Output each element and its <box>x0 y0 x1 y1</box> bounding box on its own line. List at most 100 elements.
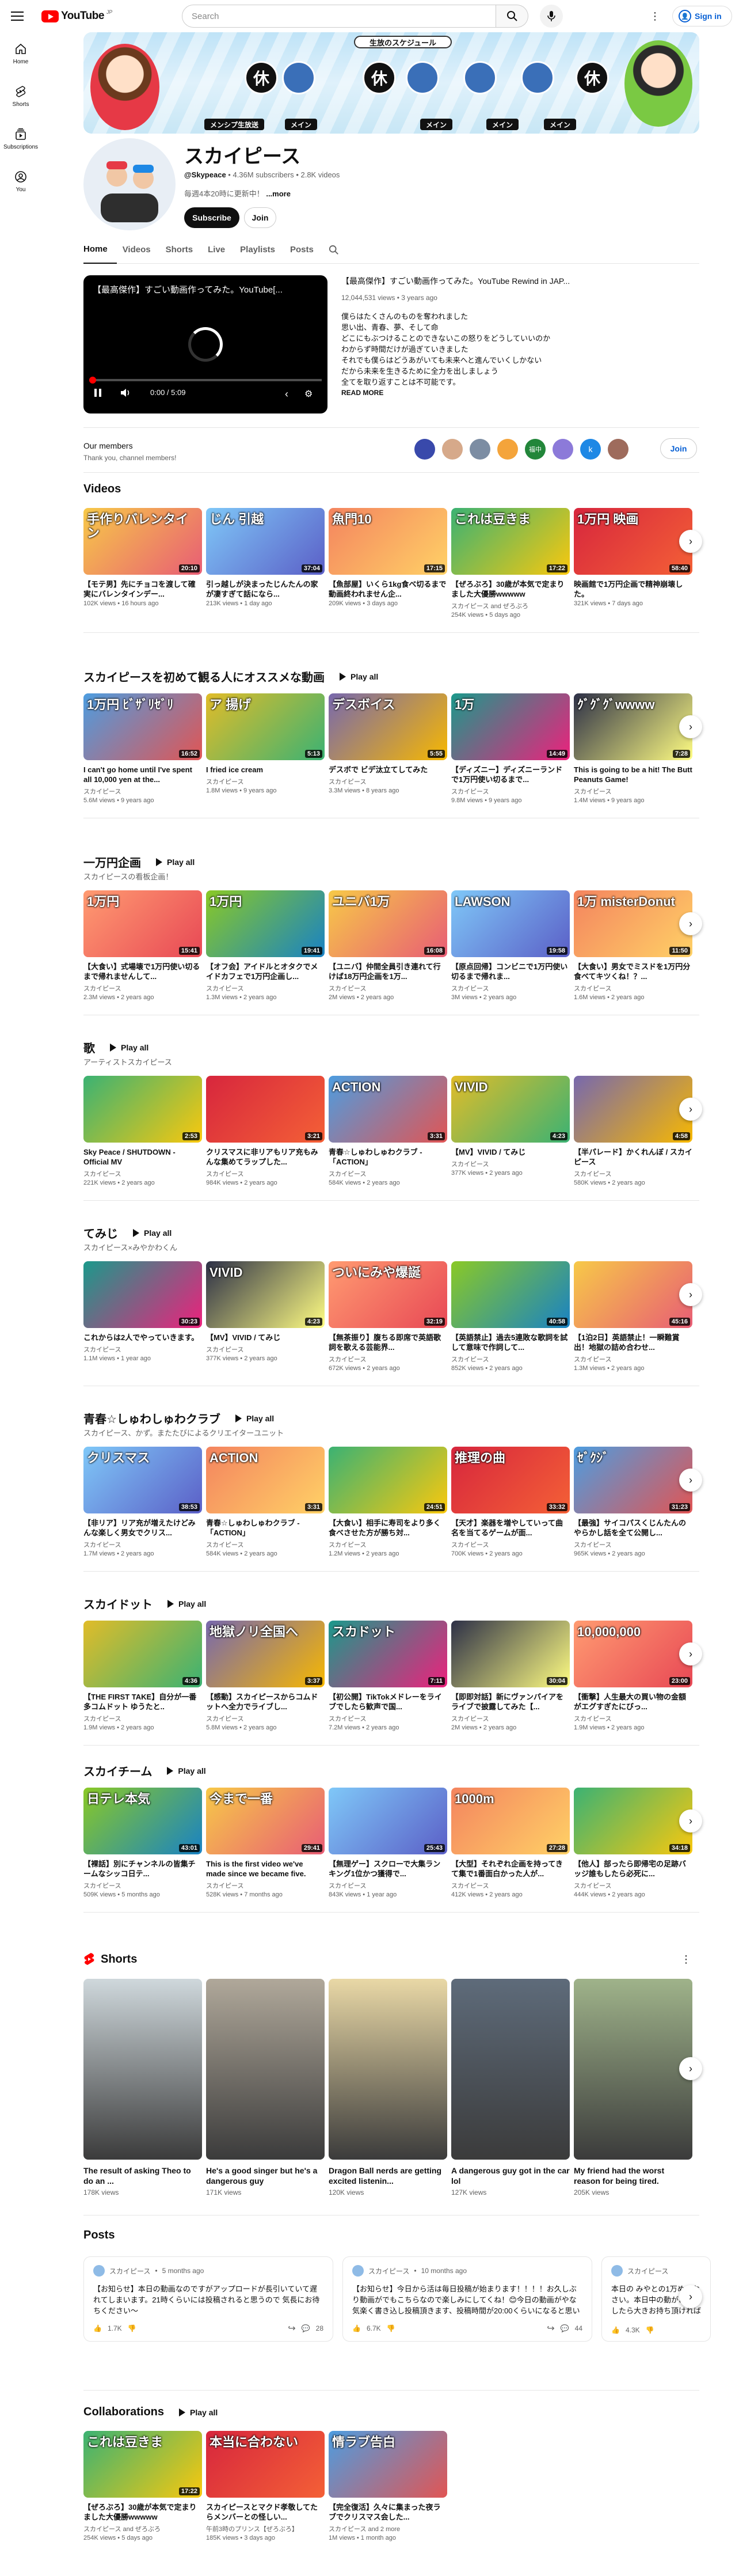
video-title[interactable]: 青春☆しゅわしゅわクラブ - 「ACTION」 <box>329 1147 447 1167</box>
video-thumbnail[interactable]: 30:04 <box>451 1621 570 1687</box>
video-thumbnail[interactable]: 1000m 27:28 <box>451 1788 570 1854</box>
video-card[interactable]: 10,000,000 23:00 【衝撃】人生最大の買い物の金額がエグすぎたにびっ.… <box>574 1621 692 1731</box>
chevron-left-icon[interactable]: ‹ <box>285 388 288 400</box>
tab-live[interactable]: Live <box>208 236 234 264</box>
comment-icon[interactable]: 💬 <box>302 2324 310 2332</box>
video-thumbnail[interactable]: 30:23 <box>83 1261 202 1328</box>
member-avatar[interactable] <box>608 439 628 460</box>
video-title[interactable]: 【大食い】式場壊で1万円使い切るまで帰れませんして... <box>83 962 202 981</box>
short-card[interactable]: He's a good singer but he's a dangerous … <box>206 1979 325 2196</box>
video-channel[interactable]: スカイピース <box>574 1714 692 1723</box>
post-card[interactable]: スカイピース • 10 months ago 【お知らせ】今日から活は毎日投稿が始まり… <box>342 2256 592 2342</box>
video-card[interactable]: 45:16 【1泊2日】英語禁止！一瞬難賞出！地獄の詰め合わせ... スカイピース 1… <box>574 1261 692 1372</box>
video-title[interactable]: 映画館で1万円企画で精神崩壊した。 <box>574 579 692 599</box>
video-channel[interactable]: スカイピース <box>83 1714 202 1723</box>
video-card[interactable]: 24:51 【大食い】相手に寿司をより多く食べさせた方が勝ち対... スカイピース 1… <box>329 1447 447 1557</box>
video-thumbnail[interactable]: じん 引越 37:04 <box>206 508 325 575</box>
video-card[interactable]: 地獄ノリ全国へ 3:37 【感動】スカイピースからコムドットへ全力でライブし... ス… <box>206 1621 325 1731</box>
video-card[interactable]: 本当に合わない スカイピースとマクド孝敬してたらメンバーとの怪しい... 午前3時の… <box>206 2431 325 2541</box>
video-thumbnail[interactable]: ア 揚げ 5:13 <box>206 693 325 760</box>
video-thumbnail[interactable]: 10,000,000 23:00 <box>574 1621 692 1687</box>
rail-item-home[interactable]: Home <box>2 32 39 75</box>
video-channel[interactable]: スカイピース and 2 more <box>329 2524 447 2533</box>
video-channel[interactable]: スカイピース <box>329 1169 447 1178</box>
shelf-title-text[interactable]: 青春☆しゅわしゅわクラブ <box>83 1410 220 1427</box>
video-title[interactable]: This is the first video we've made since… <box>206 1859 325 1879</box>
video-card[interactable]: 34:18 【他人】部ったら即帰宅の足跡バッジ誰もしたら必死に... スカイピース 4… <box>574 1788 692 1898</box>
join-button[interactable]: Join <box>244 207 276 228</box>
channel-description[interactable]: 毎週4本20時に更新中！ ...more <box>184 188 291 199</box>
video-channel[interactable]: スカイピース <box>329 1540 447 1549</box>
video-channel[interactable]: スカイピース <box>206 984 325 993</box>
video-channel[interactable]: スカイピース <box>451 1881 570 1890</box>
video-card[interactable]: ア 揚げ 5:13 I fried ice cream スカイピース 1.8M view… <box>206 693 325 794</box>
video-channel[interactable]: スカイピース <box>83 1169 202 1178</box>
video-title[interactable]: 【MV】VIVID / てみじ <box>451 1147 570 1157</box>
video-thumbnail[interactable]: VIVID 4:23 <box>206 1261 325 1328</box>
video-channel[interactable]: スカイピース <box>329 1714 447 1723</box>
video-card[interactable]: ACTION 3:31 青春☆しゅわしゅわクラブ - 「ACTION」 スカイピース 5… <box>206 1447 325 1557</box>
video-title[interactable]: 青春☆しゅわしゅわクラブ - 「ACTION」 <box>206 1518 325 1538</box>
member-avatar[interactable] <box>442 439 463 460</box>
video-thumbnail[interactable]: 1万円 15:41 <box>83 890 202 957</box>
video-thumbnail[interactable]: 4:58 <box>574 1076 692 1143</box>
video-title[interactable]: 【即即対話】新にヴァンパイアをライブで披露してみた【... <box>451 1692 570 1712</box>
video-title[interactable]: 【半パレード】かくれんぼ / スカイピース <box>574 1147 692 1167</box>
member-avatar[interactable] <box>553 439 573 460</box>
video-title[interactable]: 【完全復活】久々に集まった夜ラブでクリスマス会した... <box>329 2502 447 2522</box>
video-thumbnail[interactable]: VIVID 4:23 <box>451 1076 570 1143</box>
collaborations-play-all-button[interactable]: Play all <box>179 2408 218 2417</box>
video-thumbnail[interactable]: これは豆きま 17:22 <box>83 2431 202 2498</box>
short-title[interactable]: Dragon Ball nerds are getting excited li… <box>329 2165 447 2186</box>
video-card[interactable]: 1000m 27:28 【大型】それぞれ企画を持ってきて集で1番面白かった人が...… <box>451 1788 570 1898</box>
search-button[interactable] <box>496 5 528 28</box>
video-card[interactable]: これは豆きま 17:22 【ぜろぶろ】30歳が本気で定まりました大優勝wwwww スカ… <box>83 2431 202 2541</box>
volume-button[interactable] <box>120 388 131 397</box>
video-thumbnail[interactable]: 1万円 ﾋﾞｻﾞﾘｾﾞﾘ 16:52 <box>83 693 202 760</box>
description-more[interactable]: ...more <box>266 189 291 198</box>
video-title[interactable]: 【ディズニー】ディズニーランドで1万円使い切るまで... <box>451 765 570 784</box>
like-icon[interactable]: 👍 <box>611 2326 620 2334</box>
video-channel[interactable]: スカイピース <box>451 984 570 993</box>
chevron-right-icon[interactable]: › <box>679 530 702 553</box>
shelf-title-text[interactable]: Videos <box>83 483 121 496</box>
shelf-title-text[interactable]: スカイピースを初めて観る人にオススメな動画 <box>83 668 325 685</box>
post-author[interactable]: スカイピース <box>109 2266 150 2276</box>
video-title[interactable]: 【英語禁止】過去5連敗な歌詞を試して意味で作詞して... <box>451 1333 570 1352</box>
featured-video-player[interactable]: 【最高傑作】すごい動画作ってみた。YouTube[... 0:00 / 5:09… <box>83 275 327 413</box>
video-thumbnail[interactable]: 推理の曲 33:32 <box>451 1447 570 1513</box>
play-all-button[interactable]: Play all <box>235 1414 274 1423</box>
shelf-title-text[interactable]: スカイチーム <box>83 1762 152 1779</box>
video-card[interactable]: 情ラブ告白 【完全復活】久々に集まった夜ラブでクリスマス会した... スカイピース … <box>329 2431 447 2541</box>
video-channel[interactable]: スカイピース <box>451 1714 570 1723</box>
menu-icon[interactable] <box>9 8 25 24</box>
like-icon[interactable]: 👍 <box>352 2324 361 2332</box>
video-channel[interactable]: スカイピース <box>451 1540 570 1549</box>
rail-item-subscriptions[interactable]: Subscriptions <box>2 117 39 160</box>
chevron-right-icon[interactable]: › <box>679 1283 702 1306</box>
video-title[interactable]: 【ぜろぶろ】30歳が本気で定まりました大優勝wwwww <box>83 2502 202 2522</box>
video-title[interactable]: 【大食い】男女でミスドを1万円分食べてキツくね！？... <box>574 962 692 981</box>
play-all-button[interactable]: Play all <box>133 1228 172 1238</box>
video-title[interactable]: 【ユニバ】仲間全員引き連れて行けば18万円企画を1万... <box>329 962 447 981</box>
player-title[interactable]: 【最高傑作】すごい動画作ってみた。YouTube[... <box>93 283 318 295</box>
video-title[interactable]: 【1泊2日】英語禁止！一瞬難賞出！地獄の詰め合わせ... <box>574 1333 692 1352</box>
video-thumbnail[interactable]: これは豆きま 17:22 <box>451 508 570 575</box>
comment-icon[interactable]: 💬 <box>561 2324 569 2332</box>
rail-item-you[interactable]: You <box>2 160 39 203</box>
youtube-logo[interactable]: YouTube JP <box>41 9 112 22</box>
video-card[interactable]: 推理の曲 33:32 【天才】楽器を増やしていって曲名を当てるゲームが面... スカイ… <box>451 1447 570 1557</box>
video-title[interactable]: 【衝撃】人生最大の買い物の金額がエグすぎたにびっ... <box>574 1692 692 1712</box>
video-card[interactable]: 2:53 Sky Peace / SHUTDOWN - Official MV スカ… <box>83 1076 202 1186</box>
video-title[interactable]: 【最強】サイコパスくじんたんのやらかし話を全て公開し... <box>574 1518 692 1538</box>
video-thumbnail[interactable]: 1万 misterDonut 11:50 <box>574 890 692 957</box>
video-title[interactable]: 【MV】VIVID / てみじ <box>206 1333 325 1342</box>
video-channel[interactable]: スカイピース <box>329 1881 447 1890</box>
video-title[interactable]: これからは2人でやっていきます。 <box>83 1333 202 1342</box>
dislike-icon[interactable]: 👎 <box>387 2324 395 2332</box>
video-card[interactable]: 4:58 【半パレード】かくれんぼ / スカイピース スカイピース 580K view… <box>574 1076 692 1186</box>
play-all-button[interactable]: Play all <box>340 672 378 681</box>
player-progress-bar[interactable] <box>89 377 322 384</box>
video-thumbnail[interactable]: クリスマス 38:53 <box>83 1447 202 1513</box>
share-icon[interactable]: ↪ <box>288 2323 295 2334</box>
